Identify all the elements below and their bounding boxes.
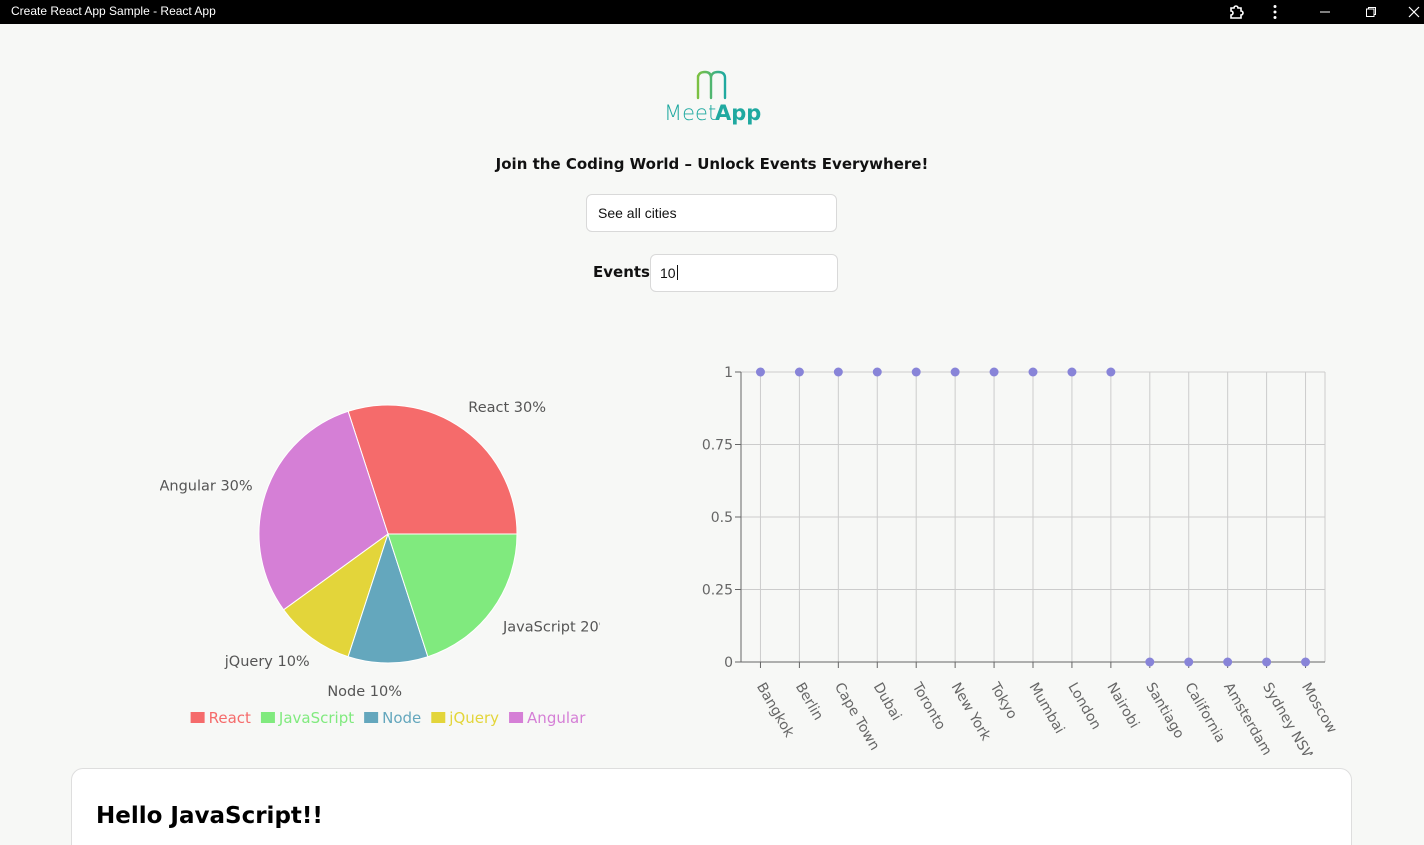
close-icon[interactable]: [1404, 0, 1424, 24]
legend-label-jquery[interactable]: jQuery: [448, 709, 499, 727]
pie-label-angular: Angular 30%: [160, 478, 253, 494]
scatter-point-california[interactable]: [1184, 657, 1194, 667]
extensions-icon[interactable]: [1224, 0, 1248, 24]
scatter-point-mumbai[interactable]: [1028, 367, 1038, 377]
x-tick-label-toronto: Toronto: [908, 679, 948, 733]
x-tick-label-berlin: Berlin: [792, 680, 826, 723]
scatter-point-amsterdam[interactable]: [1223, 657, 1233, 667]
x-tick-label-nairobi: Nairobi: [1103, 680, 1142, 731]
legend-swatch-angular: [509, 712, 524, 723]
number-of-events-value: 10: [660, 265, 676, 281]
y-tick-label: 0.25: [702, 583, 733, 599]
scatter-point-london[interactable]: [1067, 367, 1077, 377]
x-tick-label-santiago: Santiago: [1142, 680, 1187, 741]
y-tick-label: 1: [724, 365, 733, 381]
number-of-events-input[interactable]: 10: [650, 254, 838, 292]
legend-label-javascript[interactable]: JavaScript: [278, 709, 354, 727]
pie-label-react: React 30%: [468, 400, 546, 416]
x-tick-label-london: London: [1064, 680, 1104, 732]
x-tick-label-tokyo: Tokyo: [986, 679, 1020, 722]
page-headline: Join the Coding World – Unlock Events Ev…: [495, 155, 929, 173]
scatter-point-new-york[interactable]: [950, 367, 960, 377]
scatter-point-sydney-nsw[interactable]: [1262, 657, 1272, 667]
event-card: Hello JavaScript!!: [71, 768, 1352, 845]
pie-label-node: Node 10%: [327, 684, 402, 700]
x-tick-label-dubai: Dubai: [870, 680, 904, 724]
scatter-point-cape-town[interactable]: [833, 367, 843, 377]
scatter-point-toronto[interactable]: [911, 367, 921, 377]
scatter-point-tokyo[interactable]: [989, 367, 999, 377]
legend-swatch-javascript: [260, 712, 275, 723]
y-tick-label: 0.5: [711, 510, 733, 526]
minimize-icon[interactable]: [1313, 0, 1337, 24]
scatter-point-santiago[interactable]: [1145, 657, 1155, 667]
scatter-point-berlin[interactable]: [794, 367, 804, 377]
x-tick-label-bangkok: Bangkok: [753, 680, 797, 741]
legend-label-angular[interactable]: Angular: [527, 709, 586, 727]
city-search-input[interactable]: See all cities: [586, 194, 837, 232]
logo-text-meet: Meet: [664, 101, 716, 125]
legend-swatch-react: [190, 712, 205, 723]
pie-label-jquery: jQuery 10%: [224, 654, 310, 670]
pie-label-javascript: JavaScript 20%: [502, 619, 600, 635]
events-label: Events: [593, 263, 650, 281]
scatter-point-nairobi[interactable]: [1106, 367, 1116, 377]
legend-label-node[interactable]: Node: [382, 709, 421, 727]
x-tick-label-moscow: Moscow: [1298, 680, 1340, 736]
window-titlebar: Create React App Sample - React App: [0, 0, 1424, 24]
restore-icon[interactable]: [1359, 0, 1383, 24]
x-tick-label-new-york: New York: [948, 680, 994, 744]
city-events-scatter-chart: 00.250.50.751BangkokBerlin Cape TownDubai…: [702, 365, 1340, 755]
scatter-point-moscow[interactable]: [1301, 657, 1311, 667]
genre-pie-chart: React 30% Angular 30% jQuery 10% Node 10% Ja…: [160, 400, 600, 727]
meetapp-logo: Meet App: [660, 68, 764, 128]
scatter-point-dubai[interactable]: [872, 367, 882, 377]
y-tick-label: 0: [724, 655, 733, 671]
legend-swatch-jquery: [431, 712, 446, 723]
legend-label-react[interactable]: React: [209, 709, 251, 727]
event-card-title: Hello JavaScript!!: [96, 803, 323, 829]
logo-text-app: App: [715, 101, 761, 125]
text-caret: [676, 265, 678, 280]
meetapp-logo-mark: Meet App: [664, 70, 761, 125]
legend-swatch-node: [364, 712, 379, 723]
more-options-icon[interactable]: [1263, 0, 1287, 24]
x-tick-label-mumbai: Mumbai: [1026, 680, 1068, 736]
window-title: Create React App Sample - React App: [11, 4, 216, 18]
y-tick-label: 0.75: [702, 438, 733, 454]
scatter-point-bangkok[interactable]: [755, 367, 765, 377]
